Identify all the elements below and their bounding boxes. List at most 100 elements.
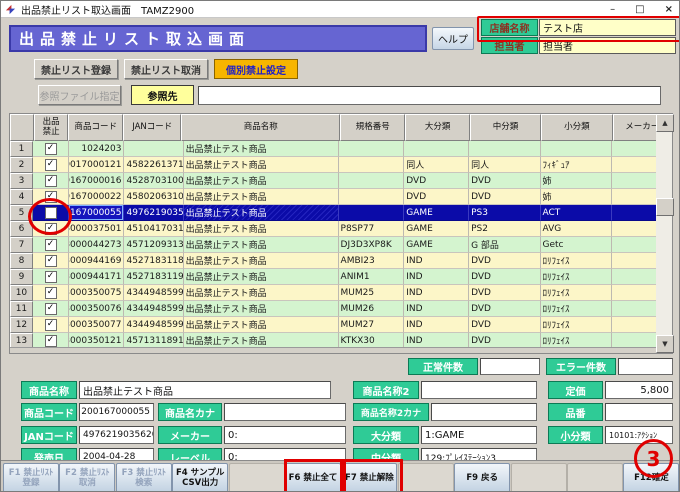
prohibit-checkbox-cell[interactable]: ✓: [33, 269, 69, 285]
cell-jan-code: [124, 141, 183, 157]
table-row[interactable]: 11✓2830003500764344948599326出品禁止テスト商品MUM…: [10, 301, 672, 317]
prohibit-checkbox-cell[interactable]: ✓: [33, 157, 69, 173]
cell-product-code: 283000350077: [69, 317, 124, 333]
fkey-f9-button[interactable]: F9 戻る: [454, 463, 510, 492]
checkbox-checked[interactable]: ✓: [45, 159, 57, 171]
minimize-button[interactable]: –: [610, 4, 615, 15]
list-price-field[interactable]: 5,800: [605, 381, 673, 399]
cell-minor-category: ﾛﾘﾌｪｲｽ: [541, 285, 612, 301]
cell-jan-code: 4976219035620: [124, 205, 183, 221]
checkbox-checked[interactable]: ✓: [45, 223, 57, 235]
prohibit-checkbox-cell[interactable]: ✓: [33, 173, 69, 189]
table-row[interactable]: 2✓2000170001214582261371076出品禁止テスト商品同人同人…: [10, 157, 672, 173]
product-code-field[interactable]: 200167000055: [79, 403, 154, 421]
cell-product-code: 283000944171: [69, 269, 124, 285]
product-name2-kana-field[interactable]: [431, 403, 537, 421]
fkey-f12-button[interactable]: F12確定: [623, 463, 679, 492]
fkey-f4-button[interactable]: F4 サンプル CSV出力: [172, 463, 228, 492]
cell-standard-number: ANIM1: [339, 269, 405, 285]
product-name2-kana-label: 商品名称2カナ: [353, 403, 429, 421]
tab-individual-setting[interactable]: 個別禁止設定: [214, 59, 298, 79]
table-row[interactable]: 9✓2830009441714527183119269出品禁止テスト商品ANIM…: [10, 269, 672, 285]
cell-major-category: IND: [404, 301, 469, 317]
list-price-label: 定価: [548, 381, 603, 399]
jan-code-field[interactable]: 4976219035620: [79, 426, 154, 444]
maximize-button[interactable]: □: [635, 4, 644, 15]
prohibit-checkbox-cell[interactable]: ✓: [33, 285, 69, 301]
cell-product-code: 283000350076: [69, 301, 124, 317]
maker-field[interactable]: 0:: [224, 426, 346, 444]
checkbox-checked[interactable]: ✓: [45, 175, 57, 187]
prohibit-checkbox-cell[interactable]: ✓: [33, 301, 69, 317]
cell-standard-number: MUM27: [339, 317, 405, 333]
table-row[interactable]: 3✓2001670000164528703100903出品禁止テスト商品DVDD…: [10, 173, 672, 189]
person-label: 担当者: [481, 37, 538, 54]
vertical-scrollbar[interactable]: ▲ ▼: [656, 114, 672, 353]
table-row[interactable]: 6✓2880000375014510417031321出品禁止テスト商品P8SP…: [10, 221, 672, 237]
cell-middle-category: DVD: [469, 285, 540, 301]
cell-major-category: DVD: [404, 189, 469, 205]
major-category-field[interactable]: 1:GAME: [421, 426, 537, 444]
prohibit-checkbox-cell[interactable]: [33, 205, 69, 221]
table-row[interactable]: 10✓2830003500754344948599319出品禁止テスト商品MUM…: [10, 285, 672, 301]
header-major-category: 大分類: [405, 114, 469, 141]
minor-category-field[interactable]: 10101:ｱｸｼｮﾝ: [605, 426, 673, 444]
checkbox-checked[interactable]: ✓: [45, 191, 57, 203]
file-path-input[interactable]: [198, 86, 661, 105]
table-row[interactable]: 8✓2830009441694527183118276出品禁止テスト商品AMBI…: [10, 253, 672, 269]
store-name-field[interactable]: テスト店: [539, 19, 676, 36]
scroll-down-button[interactable]: ▼: [656, 335, 674, 353]
cell-product-code: 200167000055: [69, 205, 124, 221]
scrollbar-thumb[interactable]: [656, 198, 674, 216]
table-header-row: 出品 禁止 商品コード JANコード 商品名称 規格番号 大分類 中分類 小分類…: [10, 114, 672, 141]
cell-major-category: 同人: [404, 157, 469, 173]
cell-standard-number: [339, 157, 405, 173]
prohibit-checkbox-cell[interactable]: ✓: [33, 189, 69, 205]
checkbox-checked[interactable]: ✓: [45, 143, 57, 155]
horizontal-scroll-strip[interactable]: [10, 347, 658, 353]
checkbox-checked[interactable]: ✓: [45, 303, 57, 315]
prohibit-checkbox-cell[interactable]: ✓: [33, 317, 69, 333]
product-name-field[interactable]: 出品禁止テスト商品: [79, 381, 331, 399]
table-row[interactable]: 1✓1024203出品禁止テスト商品: [10, 141, 672, 157]
product-name2-field[interactable]: [421, 381, 537, 399]
part-number-field[interactable]: [605, 403, 673, 421]
checkbox-checked[interactable]: ✓: [45, 287, 57, 299]
browse-button[interactable]: 参照先: [131, 85, 194, 105]
prohibit-checkbox-cell[interactable]: ✓: [33, 253, 69, 269]
prohibit-checkbox-cell[interactable]: ✓: [33, 141, 69, 157]
table-row[interactable]: 4✓2001670000224580206310357出品禁止テスト商品DVDD…: [10, 189, 672, 205]
cell-product-name: 出品禁止テスト商品: [184, 189, 339, 205]
row-number: 1: [10, 141, 33, 157]
tab-register-list[interactable]: 禁止リスト登録: [34, 59, 118, 79]
checkbox-checked[interactable]: ✓: [45, 319, 57, 331]
cell-product-code: 283000944169: [69, 253, 124, 269]
fkey-f7-button[interactable]: F7 禁止解除: [341, 463, 397, 492]
tab-cancel-list[interactable]: 禁止リスト取消: [124, 59, 208, 79]
fkey-f6-button[interactable]: F6 禁止全て: [285, 463, 341, 492]
table-row[interactable]: 12✓2830003500774344948599333出品禁止テスト商品MUM…: [10, 317, 672, 333]
window-title: 出品禁止リスト取込画面 TAMZ2900: [21, 2, 194, 17]
prohibit-checkbox-cell[interactable]: ✓: [33, 221, 69, 237]
row-number: 5: [10, 205, 33, 221]
product-kana-label: 商品名カナ: [158, 403, 222, 421]
close-button[interactable]: ×: [665, 4, 673, 15]
prohibit-list-table: 出品 禁止 商品コード JANコード 商品名称 規格番号 大分類 中分類 小分類…: [9, 113, 673, 354]
checkbox-checked[interactable]: ✓: [45, 255, 57, 267]
table-row[interactable]: 7✓2880000442734571209313803出品禁止テスト商品DJ3D…: [10, 237, 672, 253]
row-number: 8: [10, 253, 33, 269]
cell-minor-category: ﾛﾘﾌｪｲｽ: [541, 317, 612, 333]
cell-product-code: 200017000121: [69, 157, 124, 173]
person-field[interactable]: 担当者: [539, 37, 676, 54]
checkbox-checked[interactable]: ✓: [45, 239, 57, 251]
table-row[interactable]: 52001670000554976219035620出品禁止テスト商品GAMEP…: [10, 205, 672, 221]
checkbox-checked[interactable]: ✓: [45, 335, 57, 347]
checkbox-unchecked[interactable]: [45, 207, 57, 219]
cell-jan-code: 4527183119269: [124, 269, 183, 285]
scroll-up-button[interactable]: ▲: [656, 114, 674, 132]
product-kana-field[interactable]: [224, 403, 346, 421]
help-button[interactable]: ヘルプ: [432, 27, 474, 50]
prohibit-checkbox-cell[interactable]: ✓: [33, 237, 69, 253]
cell-middle-category: DVD: [469, 253, 540, 269]
checkbox-checked[interactable]: ✓: [45, 271, 57, 283]
